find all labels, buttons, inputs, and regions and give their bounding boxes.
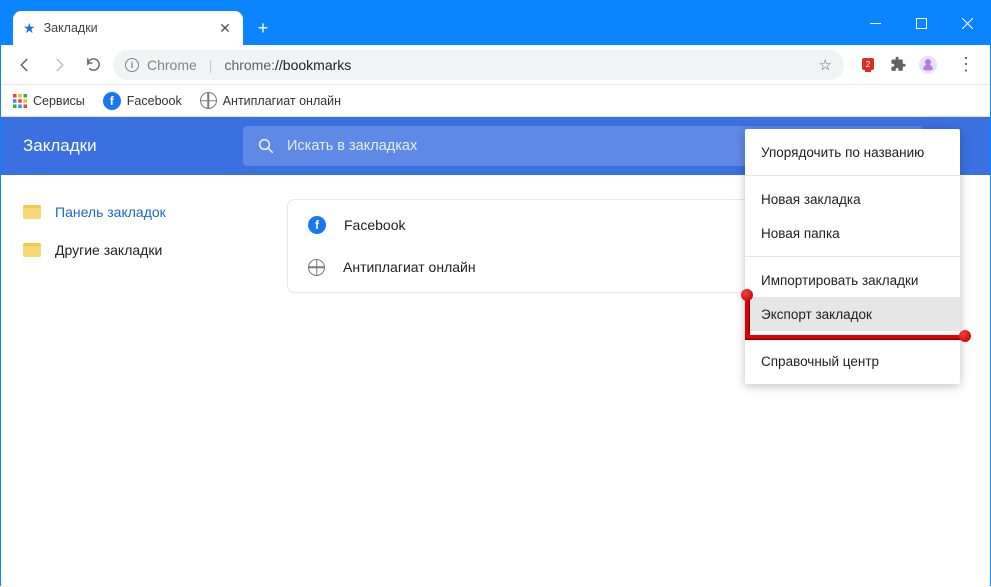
bookmarks-toolbar: Сервисы f Facebook Антиплагиат онлайн (1, 85, 990, 117)
menu-separator (745, 337, 960, 338)
url-host-label: Chrome (147, 57, 197, 73)
forward-button[interactable] (45, 51, 73, 79)
toolbar-bookmark-label: Антиплагиат онлайн (223, 94, 341, 108)
svg-text:2: 2 (866, 60, 871, 69)
toolbar-bookmark-antiplagiat[interactable]: Антиплагиат онлайн (200, 92, 341, 109)
search-icon (257, 137, 275, 155)
facebook-icon: f (103, 92, 121, 110)
extension-icon-1[interactable]: 2 (858, 55, 878, 75)
menu-help-center[interactable]: Справочный центр (745, 344, 960, 378)
bookmark-star-icon: ★ (23, 20, 36, 37)
toolbar-bookmark-facebook[interactable]: f Facebook (103, 92, 182, 110)
titlebar: ★ Закладки ✕ + (1, 1, 990, 45)
sidebar-item-label: Панель закладок (55, 204, 166, 220)
globe-icon (200, 92, 217, 109)
bookmarks-sidebar: Панель закладок Другие закладки (1, 175, 259, 587)
browser-menu-button[interactable]: ⋮ (952, 54, 980, 75)
close-tab-icon[interactable]: ✕ (217, 20, 233, 37)
browser-tab[interactable]: ★ Закладки ✕ (13, 11, 243, 45)
apps-shortcut[interactable]: Сервисы (13, 94, 85, 108)
site-info-icon[interactable]: i (125, 58, 139, 72)
menu-export-bookmarks[interactable]: Экспорт закладок (745, 297, 960, 331)
extensions-puzzle-icon[interactable] (888, 55, 908, 75)
apps-grid-icon (13, 94, 27, 108)
minimize-button[interactable] (852, 1, 898, 45)
menu-new-folder[interactable]: Новая папка (745, 216, 960, 250)
bookmark-page-icon[interactable]: ☆ (819, 56, 832, 74)
omnibox[interactable]: i Chrome | chrome://bookmarks ☆ (113, 50, 844, 80)
tab-title: Закладки (44, 21, 209, 35)
organize-menu: Упорядочить по названию Новая закладка Н… (745, 129, 960, 384)
folder-icon (23, 205, 41, 219)
facebook-icon: f (308, 216, 326, 234)
menu-separator (745, 175, 960, 176)
folder-icon (23, 243, 41, 257)
sidebar-item-label: Другие закладки (55, 242, 162, 258)
menu-import-bookmarks[interactable]: Импортировать закладки (745, 263, 960, 297)
close-window-button[interactable] (944, 1, 990, 45)
toolbar-bookmark-label: Facebook (127, 94, 182, 108)
window-controls (852, 1, 990, 45)
url-path: //bookmarks (275, 57, 351, 73)
back-button[interactable] (11, 51, 39, 79)
page-title: Закладки (23, 136, 243, 156)
apps-label: Сервисы (33, 94, 85, 108)
address-bar: i Chrome | chrome://bookmarks ☆ 2 ⋮ (1, 45, 990, 85)
tab-strip: ★ Закладки ✕ + (1, 1, 277, 45)
sidebar-folder-bookmarks-bar[interactable]: Панель закладок (11, 193, 249, 231)
url-scheme: chrome: (224, 57, 275, 73)
extension-icons: 2 (850, 55, 946, 75)
sidebar-folder-other[interactable]: Другие закладки (11, 231, 249, 269)
bookmark-label: Антиплагиат онлайн (343, 259, 476, 275)
profile-avatar-icon[interactable] (918, 55, 938, 75)
reload-button[interactable] (79, 51, 107, 79)
globe-icon (308, 259, 325, 276)
bookmark-label: Facebook (344, 217, 405, 233)
menu-separator (745, 256, 960, 257)
menu-sort-by-name[interactable]: Упорядочить по названию (745, 135, 960, 169)
menu-new-bookmark[interactable]: Новая закладка (745, 182, 960, 216)
maximize-button[interactable] (898, 1, 944, 45)
new-tab-button[interactable]: + (249, 14, 277, 42)
